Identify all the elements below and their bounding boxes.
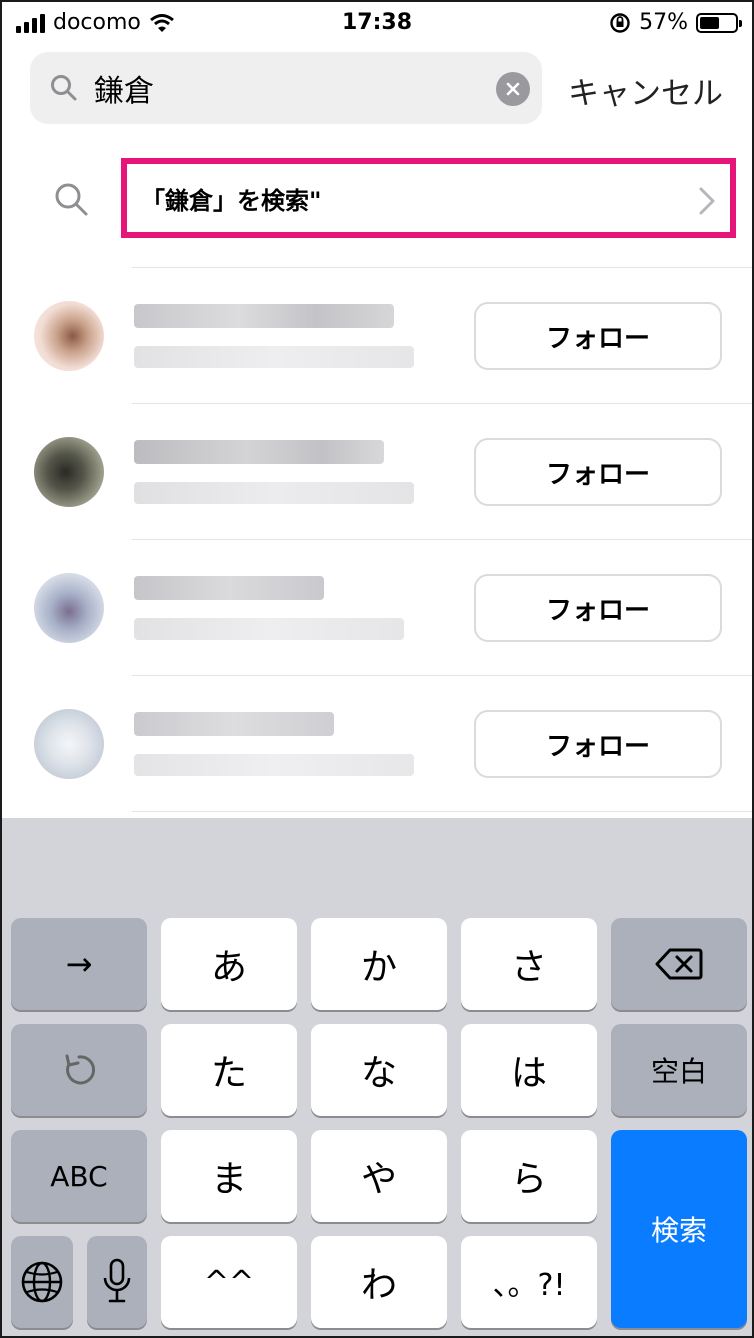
key-ma[interactable]: ま xyxy=(161,1130,297,1222)
screen: docomo 17:38 57% 鎌倉 キャンセル 「鎌倉」を検索" フォロー … xyxy=(0,0,754,1338)
battery-icon xyxy=(696,12,742,33)
avatar[interactable] xyxy=(34,437,104,507)
key-ha[interactable]: は xyxy=(461,1024,597,1116)
cancel-button[interactable]: キャンセル xyxy=(568,68,723,113)
globe-icon xyxy=(21,1261,63,1303)
user-subtitle-blurred xyxy=(134,618,404,640)
globe-key[interactable] xyxy=(11,1236,73,1328)
user-result-row[interactable]: フォロー xyxy=(2,540,752,676)
search-key[interactable]: 検索 xyxy=(611,1130,747,1328)
status-bar: docomo 17:38 57% xyxy=(2,2,752,46)
user-result-row[interactable]: フォロー xyxy=(2,268,752,404)
microphone-icon xyxy=(103,1258,131,1303)
avatar[interactable] xyxy=(34,709,104,779)
follow-button[interactable]: フォロー xyxy=(474,438,722,506)
key-na[interactable]: な xyxy=(311,1024,447,1116)
keyword-search-label: 「鎌倉」を検索" xyxy=(141,186,322,215)
user-subtitle-blurred xyxy=(134,346,414,368)
status-right: 57% xyxy=(609,10,742,35)
abc-key[interactable]: ABC xyxy=(11,1130,147,1222)
key-ta[interactable]: た xyxy=(161,1024,297,1116)
user-result-row[interactable]: フォロー xyxy=(2,404,752,540)
key-dakuten[interactable]: ^^ xyxy=(161,1236,297,1328)
clear-icon[interactable] xyxy=(496,72,530,106)
backspace-icon xyxy=(655,948,703,980)
search-icon xyxy=(55,183,88,216)
follow-button[interactable]: フォロー xyxy=(474,574,722,642)
backspace-key[interactable] xyxy=(611,918,747,1010)
username-blurred xyxy=(134,304,394,328)
search-input[interactable] xyxy=(94,64,494,112)
key-ka[interactable]: か xyxy=(311,918,447,1010)
username-blurred xyxy=(134,440,384,464)
search-icon xyxy=(51,75,77,101)
user-result-row[interactable]: フォロー xyxy=(2,676,752,812)
search-box[interactable] xyxy=(30,52,542,124)
undo-key[interactable] xyxy=(11,1024,147,1116)
key-ra[interactable]: ら xyxy=(461,1130,597,1222)
key-punctuation[interactable]: 、。?! xyxy=(461,1236,597,1328)
follow-button[interactable]: フォロー xyxy=(474,302,722,370)
key-arrow-right[interactable]: → xyxy=(11,918,147,1010)
key-sa[interactable]: さ xyxy=(461,918,597,1010)
avatar[interactable] xyxy=(34,301,104,371)
undo-icon xyxy=(65,1054,96,1085)
user-subtitle-blurred xyxy=(134,754,414,776)
space-key[interactable]: 空白 xyxy=(611,1024,747,1116)
user-subtitle-blurred xyxy=(134,482,414,504)
key-wa[interactable]: わ xyxy=(311,1236,447,1328)
key-ya[interactable]: や xyxy=(311,1130,447,1222)
avatar[interactable] xyxy=(34,573,104,643)
username-blurred xyxy=(134,712,334,736)
chevron-right-icon xyxy=(699,187,715,215)
keyboard: → あ か さ た な は 空白 ABC ま や ら 検索 ^^ わ 、。?! xyxy=(2,818,752,1336)
battery-percent: 57% xyxy=(639,10,688,35)
follow-button[interactable]: フォロー xyxy=(474,710,722,778)
divider xyxy=(132,811,752,812)
key-a[interactable]: あ xyxy=(161,918,297,1010)
rotation-lock-icon xyxy=(610,12,630,33)
username-blurred xyxy=(134,576,324,600)
battery-level xyxy=(700,16,720,29)
microphone-key[interactable] xyxy=(87,1236,147,1328)
keyword-search-suggestion[interactable]: 「鎌倉」を検索" xyxy=(121,158,736,238)
